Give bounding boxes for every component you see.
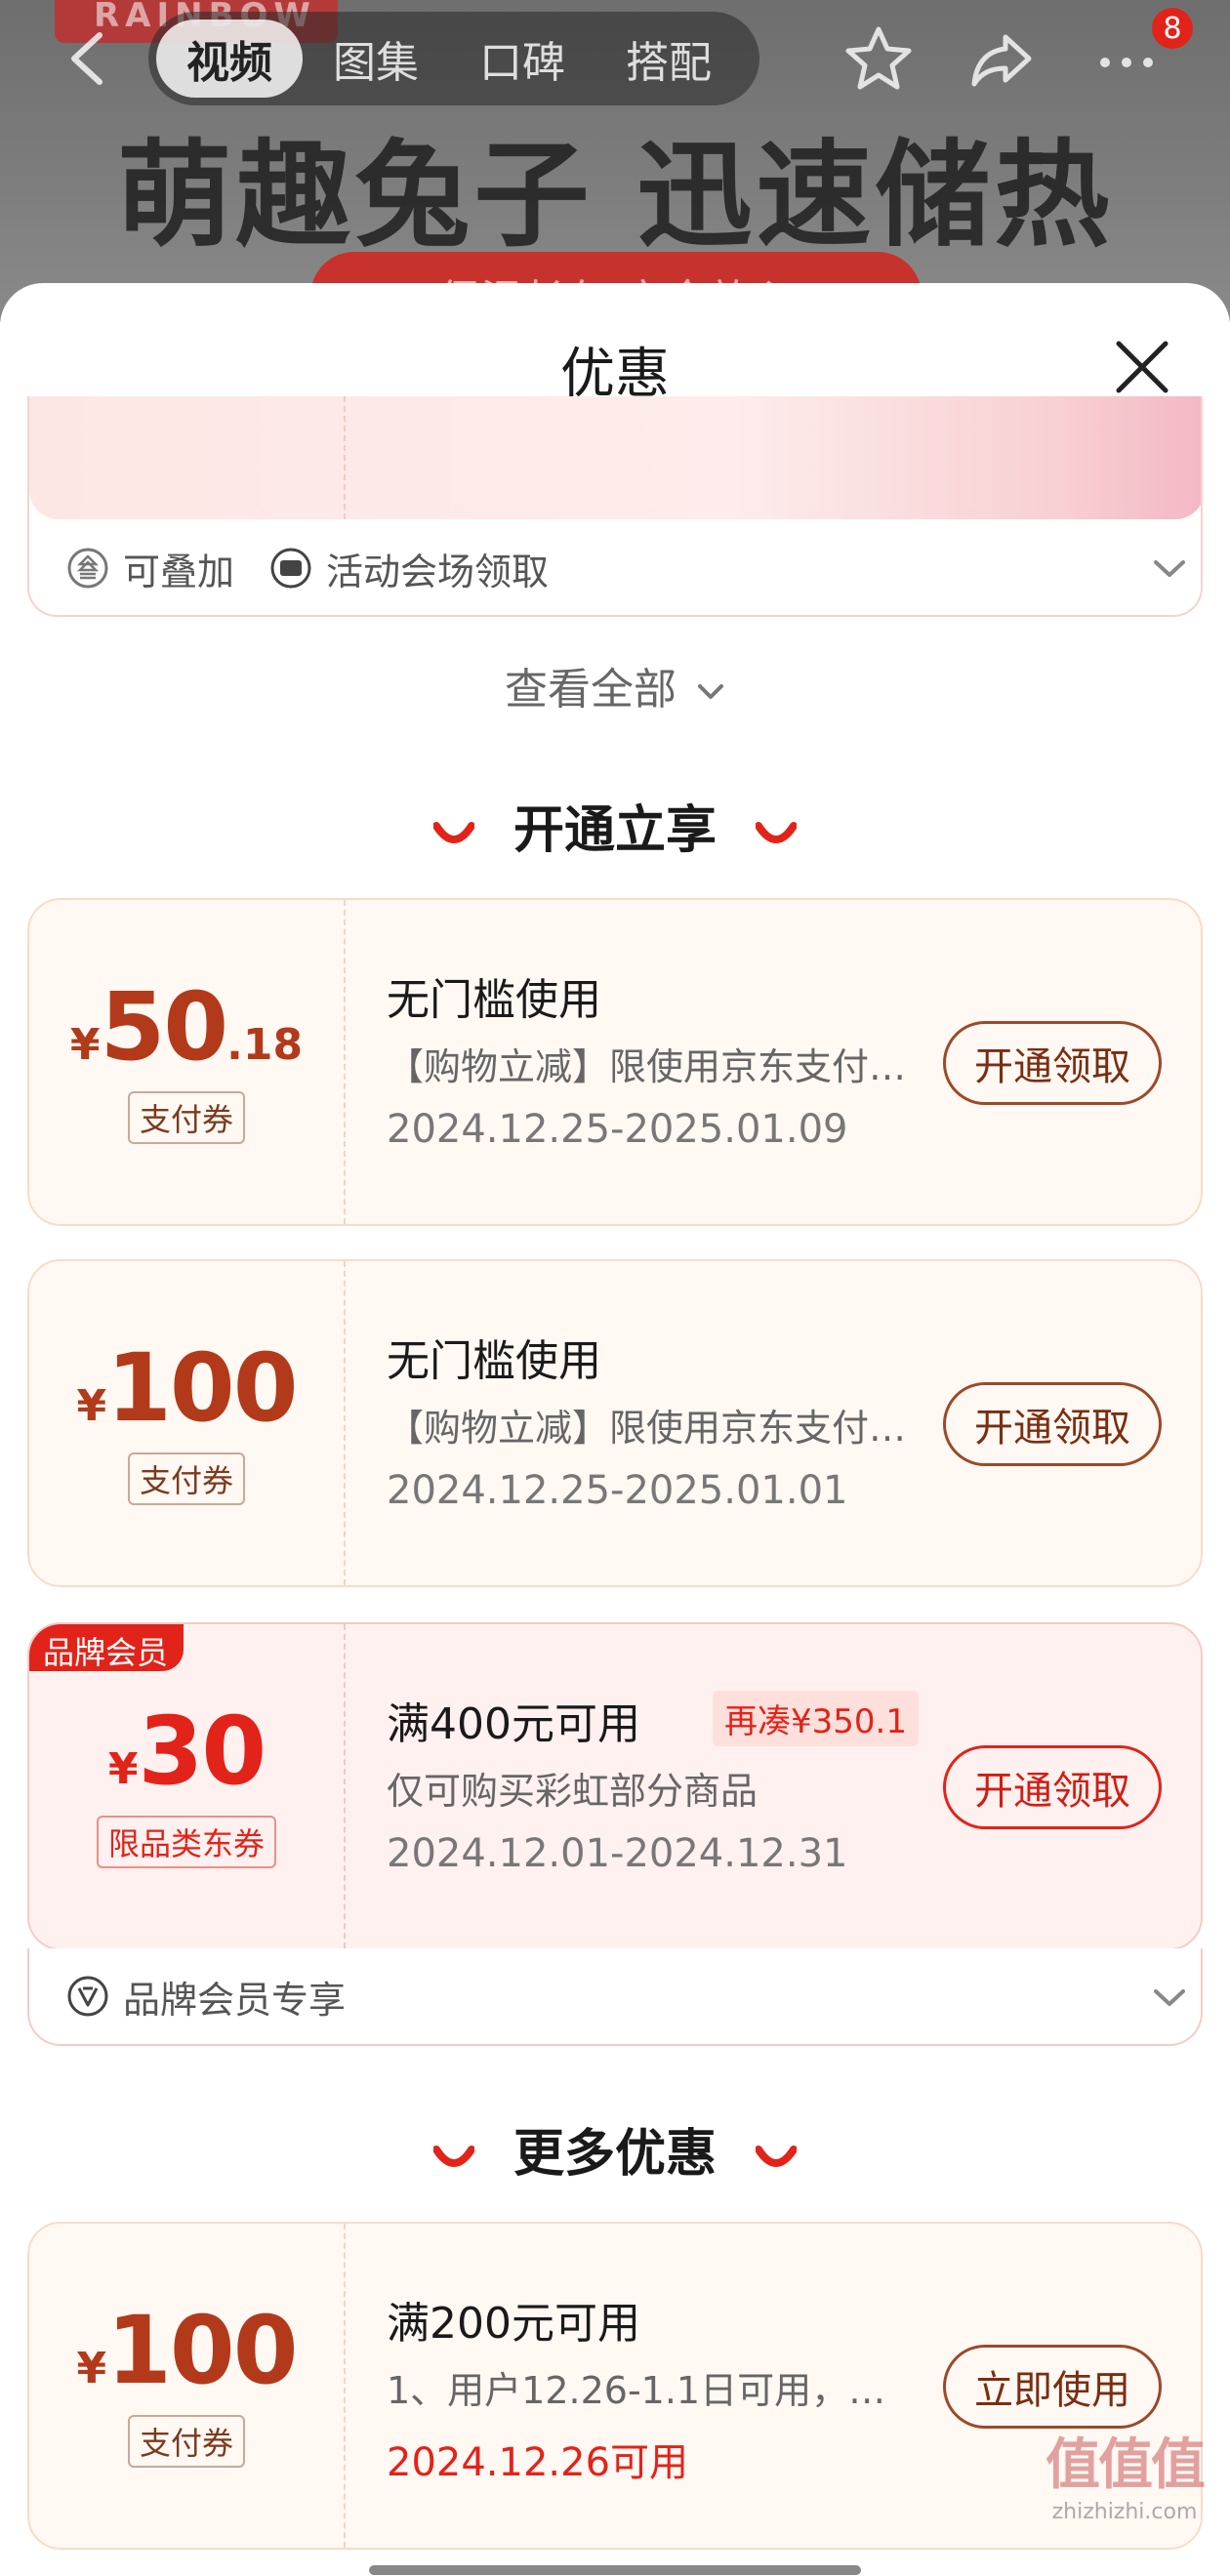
amount-value: 30 xyxy=(138,1697,267,1806)
coupon-validity: 2024.12.25-2025.01.01 xyxy=(387,1468,848,1513)
chevron-down-icon[interactable] xyxy=(1152,558,1187,580)
amount-value: 100 xyxy=(106,1333,298,1443)
coupon-type: 支付券 xyxy=(29,2415,344,2468)
stack-icon xyxy=(67,548,108,589)
product-media-header: RAINBOW 视频 图集 口碑 搭配 8 萌趣兔子 迅速储热 保温长久 安全放… xyxy=(0,0,1230,322)
coupon-divider xyxy=(344,1624,346,1948)
smile-decoration-icon xyxy=(756,2146,798,2167)
message-count-badge: 8 xyxy=(1152,8,1193,49)
smile-decoration-icon xyxy=(432,822,474,843)
coupon-validity: 2024.12.25-2025.01.09 xyxy=(387,1107,848,1152)
claim-button[interactable]: 开通领取 xyxy=(943,1745,1162,1829)
tag-event-venue: 活动会场领取 xyxy=(326,550,550,593)
chevron-down-icon xyxy=(698,684,723,699)
section1-label: 开通立享 xyxy=(512,801,717,860)
brand-member-badge: 品牌会员 xyxy=(29,1624,184,1671)
currency-symbol: ¥ xyxy=(69,1020,101,1070)
claim-button[interactable]: 开通领取 xyxy=(943,1382,1162,1466)
share-icon[interactable] xyxy=(966,23,1037,94)
coupon-card-partial-tags: 可叠加 活动会场领取 xyxy=(29,521,1201,615)
coupon-card: ¥50.18 支付券 无门槛使用 【购物立减】限使用京东支付… 2024.12.… xyxy=(27,898,1203,1226)
claim-button[interactable]: 开通领取 xyxy=(943,1021,1162,1105)
coupon-divider xyxy=(344,1261,346,1585)
coupon-card: ¥100 支付券 满200元可用 1、用户12.26-1.1日可用，… 2024… xyxy=(27,2222,1203,2550)
member-v-icon xyxy=(67,1976,108,2017)
section-title-more-offers: 更多优惠 xyxy=(0,2112,1230,2186)
tab-outfit[interactable]: 搭配 xyxy=(595,20,742,98)
top-up-hint: 再凑¥350.1 xyxy=(713,1691,919,1746)
use-now-button[interactable]: 立即使用 xyxy=(943,2345,1162,2429)
smile-decoration-icon xyxy=(756,822,798,843)
coupon-type-label: 支付券 xyxy=(127,2415,245,2468)
discount-sheet: 优惠 可叠加 活动会场领取 查看全部 开通立享 ¥50.18 支付券 无门槛使用… xyxy=(0,283,1230,2576)
star-icon[interactable] xyxy=(843,23,914,94)
coupon-type: 支付券 xyxy=(29,1091,344,1144)
coupon-amount: ¥50.18 xyxy=(29,972,344,1082)
currency-symbol: ¥ xyxy=(107,1744,139,1794)
coupon-amount: ¥100 xyxy=(29,1333,344,1443)
tab-gallery[interactable]: 图集 xyxy=(303,20,449,98)
ticket-icon xyxy=(270,548,311,589)
coupon-validity: 2024.12.26可用 xyxy=(387,2440,689,2485)
coupon-type: 支付券 xyxy=(29,1452,344,1505)
product-headline: 萌趣兔子 迅速储热 xyxy=(116,128,1114,263)
coupon-description: 1、用户12.26-1.1日可用，… xyxy=(387,2369,886,2412)
home-indicator[interactable] xyxy=(369,2565,861,2575)
coupon-card-partial: 可叠加 活动会场领取 xyxy=(27,396,1203,617)
coupon-validity: 2024.12.01-2024.12.31 xyxy=(387,1831,848,1876)
coupon-condition: 满400元可用 xyxy=(387,1699,640,1749)
currency-symbol: ¥ xyxy=(76,1381,107,1431)
coupon-divider xyxy=(344,900,346,1224)
more-icon[interactable] xyxy=(1091,23,1162,94)
coupon-condition: 无门槛使用 xyxy=(387,975,601,1025)
currency-symbol: ¥ xyxy=(76,2344,107,2393)
member-exclusive-label: 品牌会员专享 xyxy=(123,1978,347,2022)
tab-reviews[interactable]: 口碑 xyxy=(449,20,595,98)
coupon-condition: 满200元可用 xyxy=(387,2299,640,2349)
section2-label: 更多优惠 xyxy=(512,2125,717,2184)
coupon-type: 限品类东券 xyxy=(29,1816,344,1868)
watermark-site: zhizhizhi.com xyxy=(1051,2500,1198,2524)
coupon-divider xyxy=(344,2224,346,2548)
close-icon[interactable] xyxy=(1113,338,1171,396)
tab-video[interactable]: 视频 xyxy=(156,20,303,98)
watermark-mark: 值值值 xyxy=(1046,2433,1206,2497)
amount-decimal: .18 xyxy=(226,1020,304,1070)
coupon-divider xyxy=(344,396,346,519)
section-title-open-enjoy: 开通立享 xyxy=(0,789,1230,862)
coupon-description: 【购物立减】限使用京东支付… xyxy=(387,1045,907,1088)
coupon-card: ¥100 支付券 无门槛使用 【购物立减】限使用京东支付… 2024.12.25… xyxy=(27,1259,1203,1587)
view-all-button[interactable]: 查看全部 xyxy=(0,654,1230,716)
smile-decoration-icon xyxy=(432,2146,474,2167)
chevron-down-icon[interactable] xyxy=(1152,1987,1187,2009)
member-exclusive-footer: 品牌会员专享 xyxy=(27,1948,1203,2046)
coupon-description: 【购物立减】限使用京东支付… xyxy=(387,1407,907,1450)
coupon-amount: ¥100 xyxy=(29,2296,344,2405)
coupon-card-member: 品牌会员 ¥30 限品类东券 满400元可用 再凑¥350.1 仅可购买彩虹部分… xyxy=(27,1622,1203,1950)
coupon-condition: 无门槛使用 xyxy=(387,1336,601,1386)
amount-value: 100 xyxy=(106,2296,298,2405)
coupon-type-label: 支付券 xyxy=(127,1452,245,1505)
site-watermark: 值值值 zhizhizhi.com xyxy=(1037,2421,1212,2567)
coupon-amount: ¥30 xyxy=(29,1697,344,1806)
back-icon[interactable] xyxy=(59,27,117,90)
coupon-type-label: 支付券 xyxy=(127,1091,245,1144)
media-tabs: 视频 图集 口碑 搭配 xyxy=(148,12,759,105)
tag-stackable: 可叠加 xyxy=(123,550,235,593)
coupon-description: 仅可购买彩虹部分商品 xyxy=(387,1770,758,1813)
coupon-type-label: 限品类东券 xyxy=(96,1816,276,1868)
amount-value: 50 xyxy=(100,972,229,1082)
coupon-card-partial-body xyxy=(29,396,1201,519)
view-all-label: 查看全部 xyxy=(505,665,676,715)
